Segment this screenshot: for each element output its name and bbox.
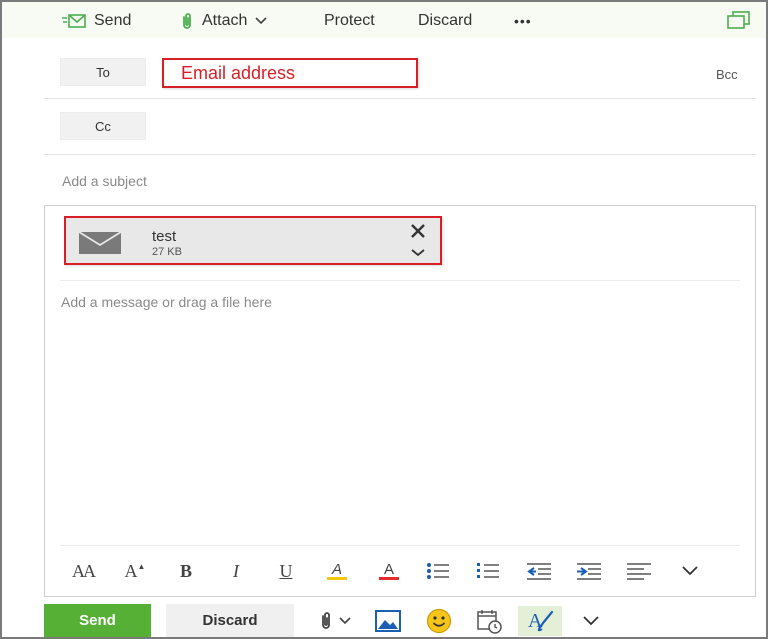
envelope-icon — [78, 231, 122, 260]
send-button[interactable]: Send — [44, 604, 151, 637]
increase-indent-button[interactable] — [574, 558, 604, 584]
more-formatting-button[interactable] — [676, 558, 704, 584]
to-label: To — [96, 64, 110, 80]
align-button[interactable] — [624, 558, 654, 584]
bold-button[interactable]: B — [172, 558, 200, 584]
underline-icon: U — [279, 560, 293, 581]
grow-font-icon: A — [124, 560, 138, 581]
svg-text:A: A — [528, 610, 543, 632]
font-color-icon: A — [379, 562, 399, 580]
caret-up-icon: ▲ — [137, 561, 146, 571]
chevron-down-icon — [583, 616, 599, 626]
highlight-icon: A — [327, 562, 347, 580]
font-color-letter: A — [383, 561, 394, 578]
send-icon — [62, 14, 86, 28]
discard-button-label: Discard — [202, 612, 258, 629]
attachment-name: test — [152, 228, 177, 245]
chevron-down-icon — [339, 617, 351, 625]
highlight-button[interactable]: A — [322, 558, 352, 584]
calendar-icon — [476, 608, 502, 634]
bullets-button[interactable] — [424, 558, 452, 584]
font-size-icon: AA — [72, 560, 96, 581]
emoji-icon — [426, 608, 452, 634]
message-input[interactable]: Add a message or drag a file here — [61, 294, 272, 310]
send-button-label: Send — [79, 612, 116, 629]
numbering-button[interactable] — [474, 558, 502, 584]
popout-button[interactable] — [727, 10, 751, 32]
divider — [44, 98, 756, 99]
italic-button[interactable]: I — [222, 558, 250, 584]
close-icon[interactable] — [408, 222, 428, 240]
cc-button[interactable]: Cc — [60, 112, 146, 140]
bold-icon: B — [179, 560, 192, 581]
more-options-button[interactable]: ••• — [514, 10, 532, 32]
decrease-indent-button[interactable] — [524, 558, 554, 584]
bcc-link[interactable]: Bcc — [716, 67, 738, 82]
attachment-size: 27 KB — [152, 246, 182, 258]
font-size-button[interactable]: AA — [66, 558, 100, 584]
toolbar-discard-button[interactable]: Discard — [418, 10, 472, 32]
increase-indent-icon — [576, 562, 602, 580]
paperclip-icon — [319, 611, 333, 631]
popout-icon — [727, 11, 751, 31]
align-left-icon — [626, 562, 652, 580]
italic-icon: I — [233, 560, 239, 581]
discard-button[interactable]: Discard — [166, 604, 294, 637]
more-actions-button[interactable] — [576, 606, 606, 636]
subject-input[interactable]: Add a subject — [62, 173, 147, 189]
image-icon — [375, 610, 401, 632]
grow-font-button[interactable]: A ▲ — [120, 558, 150, 584]
highlight-letter: A — [331, 561, 342, 578]
cc-label: Cc — [95, 118, 111, 134]
editor-icon: A — [526, 609, 554, 633]
numbering-icon — [476, 562, 500, 580]
underline-button[interactable]: U — [272, 558, 300, 584]
editor-button[interactable]: A — [518, 606, 562, 636]
toolbar-attach-button[interactable]: Attach — [180, 10, 267, 32]
toolbar-attach-label: Attach — [202, 12, 248, 29]
scheduling-button[interactable] — [472, 606, 506, 636]
to-button[interactable]: To — [60, 58, 146, 86]
paperclip-icon — [180, 12, 194, 30]
insert-picture-button[interactable] — [370, 606, 406, 636]
chevron-down-icon — [682, 566, 698, 576]
toolbar-discard-label: Discard — [418, 12, 473, 29]
attach-file-button[interactable] — [312, 606, 358, 636]
toolbar-send-button[interactable]: Send — [62, 10, 131, 32]
to-field-value: Email address — [181, 62, 296, 83]
chevron-down-icon[interactable] — [408, 246, 428, 260]
divider — [60, 545, 740, 546]
to-recipient-field[interactable]: Email address — [162, 58, 418, 88]
decrease-indent-icon — [526, 562, 552, 580]
toolbar-send-label: Send — [94, 12, 132, 29]
toolbar-protect-label: Protect — [324, 12, 375, 29]
divider — [44, 154, 756, 155]
toolbar-protect-button[interactable]: Protect — [324, 10, 375, 32]
font-color-button[interactable]: A — [374, 558, 404, 584]
chevron-down-icon — [255, 17, 267, 25]
more-icon: ••• — [514, 13, 532, 29]
divider — [60, 280, 740, 281]
command-bar: Send Attach Protect Discard ••• — [2, 2, 766, 38]
attachment-card[interactable]: test 27 KB — [64, 216, 442, 265]
emoji-button[interactable] — [422, 606, 456, 636]
bullets-icon — [426, 562, 450, 580]
